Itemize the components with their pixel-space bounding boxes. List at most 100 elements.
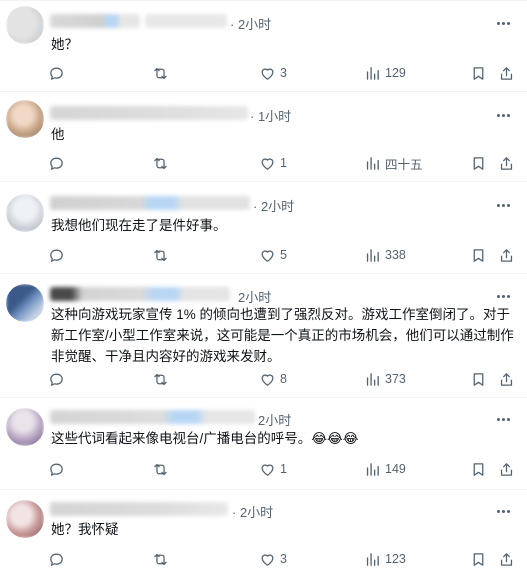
like-count: 8 — [280, 372, 287, 386]
like-button[interactable]: 1 — [259, 459, 287, 479]
share-button[interactable] — [498, 549, 515, 569]
views-button[interactable]: 四十五 — [364, 153, 423, 173]
share-upload-icon — [500, 552, 513, 566]
views-button[interactable]: 129 — [364, 63, 406, 83]
reply-button[interactable] — [48, 63, 65, 83]
reply-post[interactable]: · 1小时 他 1 四十五 — [0, 92, 527, 182]
like-button[interactable]: 1 — [259, 153, 287, 173]
heart-icon — [261, 249, 274, 262]
avatar[interactable] — [6, 500, 44, 538]
reply-button[interactable] — [48, 153, 65, 173]
blurred-username[interactable] — [50, 106, 248, 120]
speech-bubble-icon — [50, 157, 63, 170]
like-button[interactable]: 8 — [259, 369, 287, 389]
repost-arrows-icon — [154, 67, 167, 79]
views-button[interactable]: 149 — [364, 459, 406, 479]
repost-button[interactable] — [152, 63, 169, 83]
bookmark-button[interactable] — [470, 63, 487, 83]
post-text: 我想他们现在走了是件好事。 — [51, 218, 227, 233]
more-dots-icon[interactable] — [493, 198, 513, 212]
share-button[interactable] — [498, 153, 515, 173]
repost-arrows-icon — [154, 249, 167, 261]
reply-feed: · 2小时 她？ 3 129 · 1小时 他 1 四十五 · 2小时 我想他们现… — [0, 0, 527, 583]
blurred-username[interactable] — [50, 502, 228, 516]
speech-bubble-icon — [50, 553, 63, 566]
speech-bubble-icon — [50, 249, 63, 262]
bar-chart-icon — [366, 248, 379, 262]
post-text: 她？ — [51, 37, 78, 52]
blurred-username[interactable] — [50, 14, 140, 28]
like-count: 1 — [280, 462, 287, 476]
like-count: 1 — [280, 156, 287, 170]
repost-button[interactable] — [152, 153, 169, 173]
avatar[interactable] — [6, 194, 44, 232]
bookmark-icon — [473, 156, 484, 170]
share-button[interactable] — [498, 63, 515, 83]
reply-post[interactable]: 2小时 这些代词看起来像电视台/广播电台的呼号。😂😂😂 1 149 — [0, 398, 527, 490]
heart-icon — [261, 553, 274, 566]
reply-button[interactable] — [48, 459, 65, 479]
avatar[interactable] — [6, 408, 44, 446]
avatar[interactable] — [6, 6, 44, 44]
more-dots-icon[interactable] — [493, 504, 513, 518]
like-button[interactable]: 5 — [259, 245, 287, 265]
post-timestamp[interactable]: · 2小时 — [230, 14, 271, 33]
reply-post[interactable]: · 2小时 她？ 3 129 — [0, 0, 527, 92]
post-text: 她？我怀疑 — [51, 522, 119, 537]
blurred-username[interactable] — [50, 196, 250, 210]
repost-button[interactable] — [152, 369, 169, 389]
more-dots-icon[interactable] — [493, 289, 513, 303]
bar-chart-icon — [366, 156, 379, 170]
share-upload-icon — [500, 66, 513, 80]
bar-chart-icon — [366, 66, 379, 80]
views-button[interactable]: 123 — [364, 549, 406, 569]
repost-button[interactable] — [152, 549, 169, 569]
like-count: 5 — [280, 248, 287, 262]
bookmark-button[interactable] — [470, 245, 487, 265]
blurred-username[interactable] — [50, 287, 230, 301]
repost-button[interactable] — [152, 245, 169, 265]
avatar[interactable] — [6, 284, 44, 322]
action-bar: 1 四十五 — [0, 153, 527, 173]
action-bar: 5 338 — [0, 245, 527, 265]
like-button[interactable]: 3 — [259, 549, 287, 569]
bookmark-icon — [473, 248, 484, 262]
heart-icon — [261, 67, 274, 80]
action-bar: 8 373 — [0, 369, 527, 389]
avatar[interactable] — [6, 100, 44, 138]
post-timestamp[interactable]: · 1小时 — [250, 106, 291, 125]
post-timestamp[interactable]: · 2小时 — [253, 196, 294, 215]
bookmark-button[interactable] — [470, 549, 487, 569]
more-dots-icon[interactable] — [493, 16, 513, 30]
share-upload-icon — [500, 248, 513, 262]
blurred-handle[interactable] — [145, 14, 227, 28]
reply-button[interactable] — [48, 549, 65, 569]
heart-icon — [261, 463, 274, 476]
share-button[interactable] — [498, 369, 515, 389]
post-timestamp[interactable]: 2小时 — [258, 410, 291, 429]
blurred-username[interactable] — [50, 410, 255, 424]
bookmark-button[interactable] — [470, 459, 487, 479]
repost-arrows-icon — [154, 463, 167, 475]
reply-button[interactable] — [48, 369, 65, 389]
views-button[interactable]: 338 — [364, 245, 406, 265]
reply-post[interactable]: 2小时 这种向游戏玩家宣传 1% 的倾向也遭到了强烈反对。游戏工作室倒闭了。对于… — [0, 274, 527, 398]
view-count: 129 — [385, 66, 406, 80]
share-button[interactable] — [498, 245, 515, 265]
share-button[interactable] — [498, 459, 515, 479]
views-button[interactable]: 373 — [364, 369, 406, 389]
bookmark-icon — [473, 66, 484, 80]
reply-post[interactable]: · 2小时 我想他们现在走了是件好事。 5 338 — [0, 182, 527, 274]
bar-chart-icon — [366, 552, 379, 566]
more-dots-icon[interactable] — [493, 412, 513, 426]
repost-button[interactable] — [152, 459, 169, 479]
bookmark-icon — [473, 372, 484, 386]
bookmark-button[interactable] — [470, 369, 487, 389]
speech-bubble-icon — [50, 373, 63, 386]
like-button[interactable]: 3 — [259, 63, 287, 83]
share-upload-icon — [500, 462, 513, 476]
more-dots-icon[interactable] — [493, 108, 513, 122]
reply-button[interactable] — [48, 245, 65, 265]
reply-post[interactable]: · 2小时 她？我怀疑 3 123 — [0, 490, 527, 583]
bookmark-button[interactable] — [470, 153, 487, 173]
